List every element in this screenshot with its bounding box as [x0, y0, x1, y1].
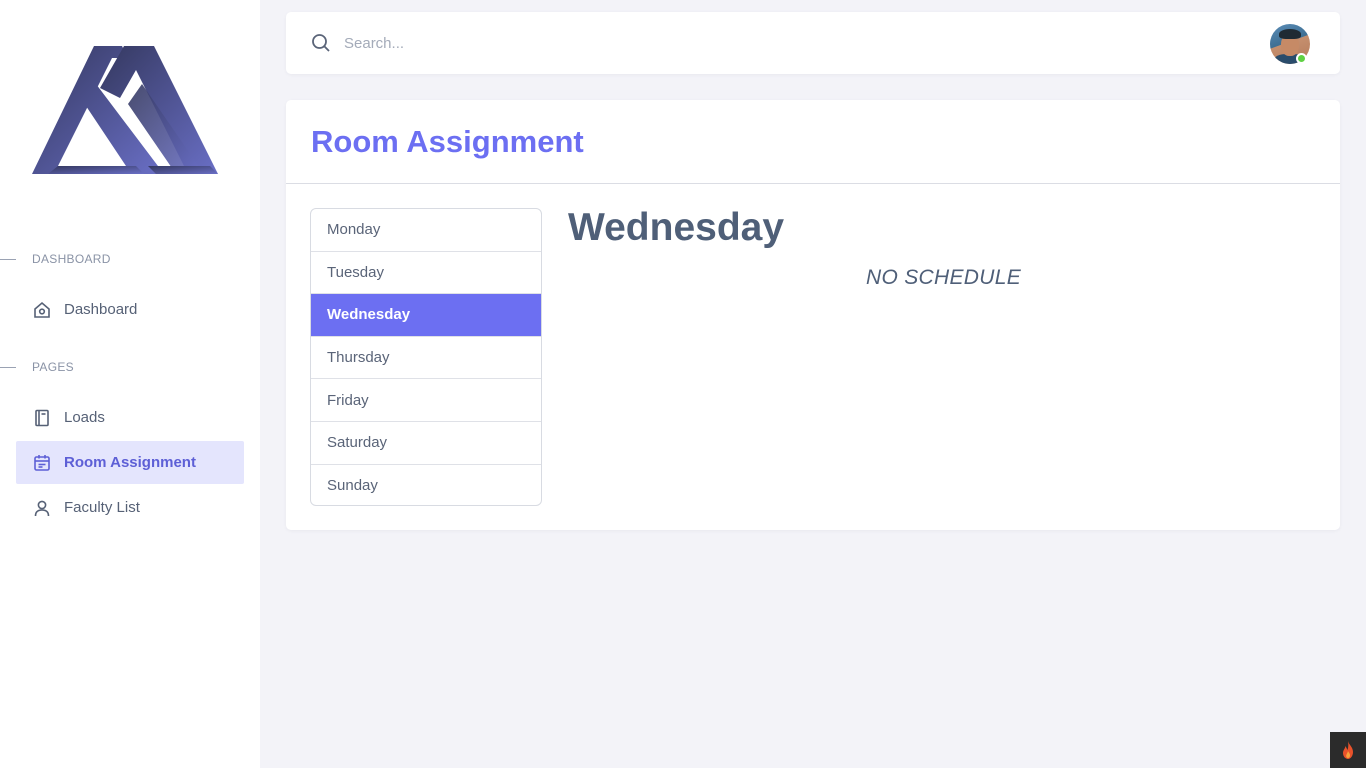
flame-icon[interactable] — [1330, 732, 1366, 768]
calendar-icon — [32, 453, 52, 473]
sidebar: DASHBOARD Dashboard PAGES Loads Room Ass… — [0, 0, 260, 768]
section-pages: PAGES — [0, 358, 260, 378]
section-dashboard: DASHBOARD — [0, 250, 260, 270]
online-status-indicator — [1296, 53, 1307, 64]
sidebar-item-dashboard[interactable]: Dashboard — [16, 288, 244, 331]
day-item-sunday[interactable]: Sunday — [311, 465, 541, 505]
day-item-saturday[interactable]: Saturday — [311, 422, 541, 465]
page-title: Room Assignment — [311, 124, 584, 159]
sidebar-item-label: Faculty List — [64, 499, 140, 516]
day-item-thursday[interactable]: Thursday — [311, 337, 541, 380]
section-title: PAGES — [32, 360, 74, 374]
day-list: Monday Tuesday Wednesday Thursday Friday… — [310, 208, 542, 506]
sidebar-item-label: Room Assignment — [64, 454, 196, 471]
user-icon — [32, 498, 52, 518]
sidebar-item-faculty-list[interactable]: Faculty List — [16, 486, 244, 529]
card-header: Room Assignment — [286, 100, 1340, 184]
day-item-tuesday[interactable]: Tuesday — [311, 252, 541, 295]
brand-logo — [32, 46, 218, 174]
sidebar-item-loads[interactable]: Loads — [16, 396, 244, 439]
home-icon — [32, 300, 52, 320]
selected-day-heading: Wednesday — [568, 206, 785, 249]
search-icon[interactable] — [310, 32, 332, 54]
day-item-wednesday[interactable]: Wednesday — [311, 294, 541, 337]
empty-schedule-message: NO SCHEDULE — [866, 266, 1021, 289]
book-icon — [32, 408, 52, 428]
section-title: DASHBOARD — [32, 252, 111, 266]
sidebar-item-label: Loads — [64, 409, 105, 426]
day-item-monday[interactable]: Monday — [311, 209, 541, 252]
sidebar-item-label: Dashboard — [64, 301, 138, 318]
day-item-friday[interactable]: Friday — [311, 379, 541, 422]
room-assignment-card: Room Assignment Monday Tuesday Wednesday… — [286, 100, 1340, 530]
topbar — [286, 12, 1340, 74]
search-input[interactable] — [344, 28, 544, 58]
sidebar-item-room-assignment[interactable]: Room Assignment — [16, 441, 244, 484]
app-root: DASHBOARD Dashboard PAGES Loads Room Ass… — [0, 0, 1366, 768]
